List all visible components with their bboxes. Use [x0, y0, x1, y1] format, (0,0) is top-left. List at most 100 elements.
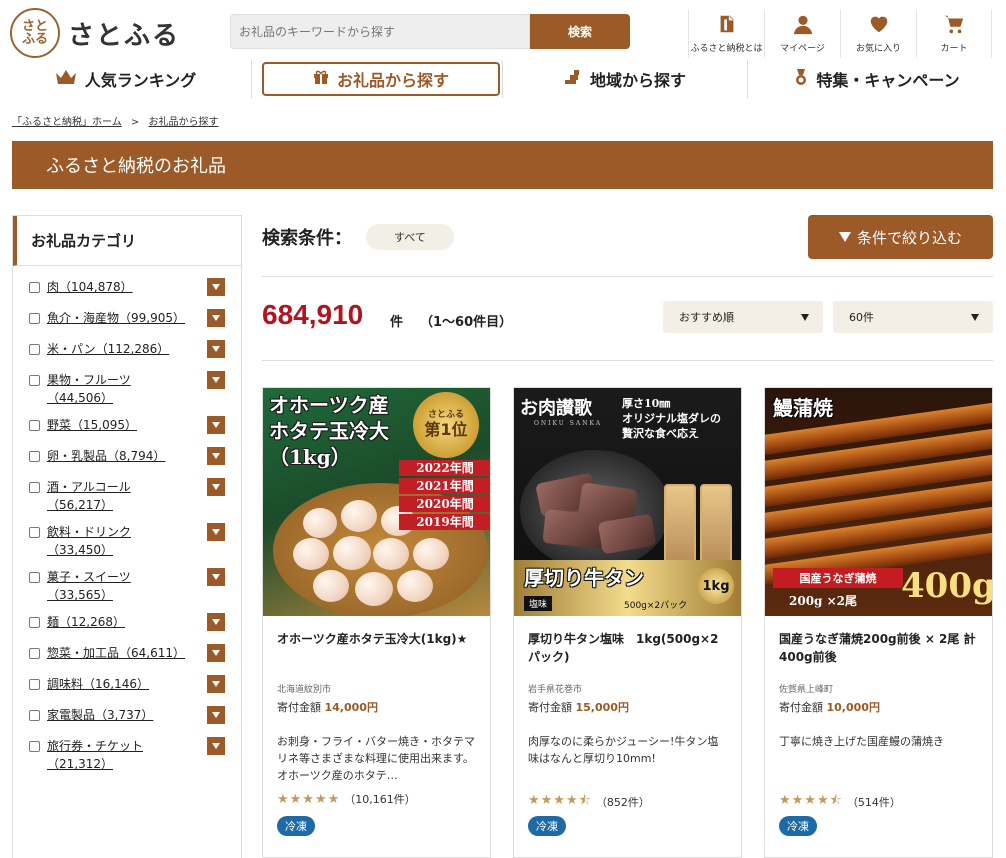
about-link[interactable]: ふるさと納税とは	[688, 10, 764, 58]
expand-toggle-icon[interactable]	[207, 309, 225, 327]
nav-region[interactable]: 地域から探す	[502, 60, 748, 98]
expand-toggle-icon[interactable]	[207, 706, 225, 724]
product-rating: ★★★★★ （10,161件）	[277, 791, 416, 807]
category-item: 酒・アルコール（56,217）	[29, 478, 225, 514]
award-year: 2020年間	[399, 496, 490, 512]
category-label[interactable]: 惣菜・加工品（64,611）	[47, 644, 187, 662]
product-card[interactable]: お肉讃歌 ONIKU SANKA 厚さ10㎜ オリジナル塩ダレの 贅沢な食べ応え…	[513, 387, 742, 858]
category-checkbox[interactable]	[29, 741, 40, 752]
heart-icon	[870, 16, 887, 33]
breadcrumb-home[interactable]: 「ふるさと納税」ホーム	[12, 117, 122, 128]
category-item: 野菜（15,095）	[29, 416, 225, 438]
user-icon	[793, 15, 812, 35]
category-checkbox[interactable]	[29, 710, 40, 721]
product-title[interactable]: 厚切り牛タン塩味 1kg(500g×2パック)	[528, 630, 727, 672]
category-checkbox[interactable]	[29, 313, 40, 324]
category-checkbox[interactable]	[29, 282, 40, 293]
cart-link[interactable]: カート	[916, 10, 992, 58]
breadcrumb-current[interactable]: お礼品から探す	[148, 117, 218, 128]
quantity-text: 500g×2パック	[624, 601, 688, 611]
category-checkbox[interactable]	[29, 482, 40, 493]
mypage-link[interactable]: マイページ	[764, 10, 840, 58]
expand-toggle-icon[interactable]	[207, 675, 225, 693]
category-checkbox[interactable]	[29, 648, 40, 659]
product-card[interactable]: オホーツク産 ホタテ玉冷大 （1kg） さとふる 第1位 2022年間 2021…	[262, 387, 491, 858]
per-page-select[interactable]: 60件	[833, 301, 993, 333]
expand-toggle-icon[interactable]	[207, 644, 225, 662]
category-label[interactable]: 旅行券・チケット（21,312）	[47, 737, 187, 773]
frozen-badge: 冷凍	[779, 816, 817, 836]
search-input[interactable]	[230, 14, 530, 49]
mypage-label: マイページ	[780, 44, 825, 54]
nav-ranking[interactable]: 人気ランキング	[0, 60, 252, 98]
site-logo[interactable]: さと ふる さとふる	[10, 8, 180, 58]
category-label[interactable]: 肉（104,878）	[47, 278, 187, 296]
filter-button[interactable]: 条件で絞り込む	[808, 215, 993, 259]
category-checkbox[interactable]	[29, 679, 40, 690]
search-bar: 検索	[230, 14, 630, 49]
dropdown-arrow-icon	[801, 314, 809, 321]
category-checkbox[interactable]	[29, 420, 40, 431]
scallop-shape	[341, 500, 377, 532]
expand-toggle-icon[interactable]	[207, 416, 225, 434]
product-image[interactable]: オホーツク産 ホタテ玉冷大 （1kg） さとふる 第1位 2022年間 2021…	[263, 388, 490, 616]
category-label[interactable]: 果物・フルーツ（44,506）	[47, 371, 187, 407]
expand-toggle-icon[interactable]	[207, 371, 225, 389]
expand-toggle-icon[interactable]	[207, 568, 225, 586]
sort-select[interactable]: おすすめ順	[663, 301, 823, 333]
price-label: 寄付金額	[277, 701, 321, 714]
nav-gifts-active: お礼品から探す	[262, 62, 500, 96]
category-item: 菓子・スイーツ（33,565）	[29, 568, 225, 604]
product-card[interactable]: 鰻蒲焼 国産うなぎ蒲焼 200g ×2尾 400g 国産うなぎ蒲焼200g前後 …	[764, 387, 993, 858]
category-label[interactable]: 調味料（16,146）	[47, 675, 187, 693]
product-title[interactable]: 国産うなぎ蒲焼200g前後 × 2尾 計400g前後	[779, 630, 978, 672]
category-checkbox[interactable]	[29, 572, 40, 583]
category-checkbox[interactable]	[29, 375, 40, 386]
frozen-badge: 冷凍	[277, 816, 315, 836]
page-title: ふるさと納税のお礼品	[46, 156, 226, 177]
category-label[interactable]: 酒・アルコール（56,217）	[47, 478, 187, 514]
category-label[interactable]: 卵・乳製品（8,794）	[47, 447, 187, 465]
scallop-shape	[355, 572, 393, 606]
image-brand: お肉讃歌 ONIKU SANKA	[520, 394, 602, 427]
nav-campaign[interactable]: 特集・キャンペーン	[748, 60, 1006, 98]
category-checkbox[interactable]	[29, 527, 40, 538]
cart-icon	[944, 15, 964, 34]
category-label[interactable]: 菓子・スイーツ（33,565）	[47, 568, 187, 604]
product-title[interactable]: オホーツク産ホタテ玉冷大(1kg)★	[277, 630, 476, 672]
scallop-shape	[303, 508, 337, 538]
nav-gifts[interactable]: お礼品から探す	[252, 60, 502, 98]
triangle-down-icon	[838, 228, 851, 246]
expand-toggle-icon[interactable]	[207, 278, 225, 296]
search-conditions: 検索条件： すべて 条件で絞り込む	[262, 215, 993, 259]
weight-badge: 1kg	[698, 568, 734, 604]
product-grid: オホーツク産 ホタテ玉冷大 （1kg） さとふる 第1位 2022年間 2021…	[262, 387, 993, 858]
category-label[interactable]: 米・パン（112,286）	[47, 340, 187, 358]
site-header: さと ふる さとふる 検索 ふるさと納税とは マイページ お気に入り カート	[0, 0, 1006, 60]
search-button[interactable]: 検索	[530, 14, 630, 49]
expand-toggle-icon[interactable]	[207, 478, 225, 496]
category-label[interactable]: 飲料・ドリンク（33,450）	[47, 523, 187, 559]
expand-toggle-icon[interactable]	[207, 613, 225, 631]
favorites-link[interactable]: お気に入り	[840, 10, 916, 58]
card-body: 厚切り牛タン塩味 1kg(500g×2パック) 岩手県花巻市 寄付金額 15,0…	[514, 616, 741, 785]
category-label[interactable]: 魚介・海産物（99,905）	[47, 309, 187, 327]
category-sidebar: お礼品カテゴリ 肉（104,878） 魚介・海産物（99,905） 米・パン（1…	[12, 215, 242, 858]
expand-toggle-icon[interactable]	[207, 523, 225, 541]
product-image[interactable]: お肉讃歌 ONIKU SANKA 厚さ10㎜ オリジナル塩ダレの 贅沢な食べ応え…	[514, 388, 741, 616]
product-image[interactable]: 鰻蒲焼 国産うなぎ蒲焼 200g ×2尾 400g	[765, 388, 992, 616]
category-checkbox[interactable]	[29, 344, 40, 355]
category-label[interactable]: 麺（12,268）	[47, 613, 187, 631]
logo-mark-icon: さと ふる	[10, 8, 60, 58]
category-label[interactable]: 家電製品（3,737）	[47, 706, 187, 724]
category-item: 飲料・ドリンク（33,450）	[29, 523, 225, 559]
expand-toggle-icon[interactable]	[207, 737, 225, 755]
category-label[interactable]: 野菜（15,095）	[47, 416, 187, 434]
logo-text: さとふる	[68, 20, 181, 51]
expand-toggle-icon[interactable]	[207, 447, 225, 465]
book-icon	[720, 15, 733, 33]
category-checkbox[interactable]	[29, 617, 40, 628]
results-main: 検索条件： すべて 条件で絞り込む 684,910 件 （1～60件目） おすす…	[262, 215, 993, 858]
category-checkbox[interactable]	[29, 451, 40, 462]
expand-toggle-icon[interactable]	[207, 340, 225, 358]
